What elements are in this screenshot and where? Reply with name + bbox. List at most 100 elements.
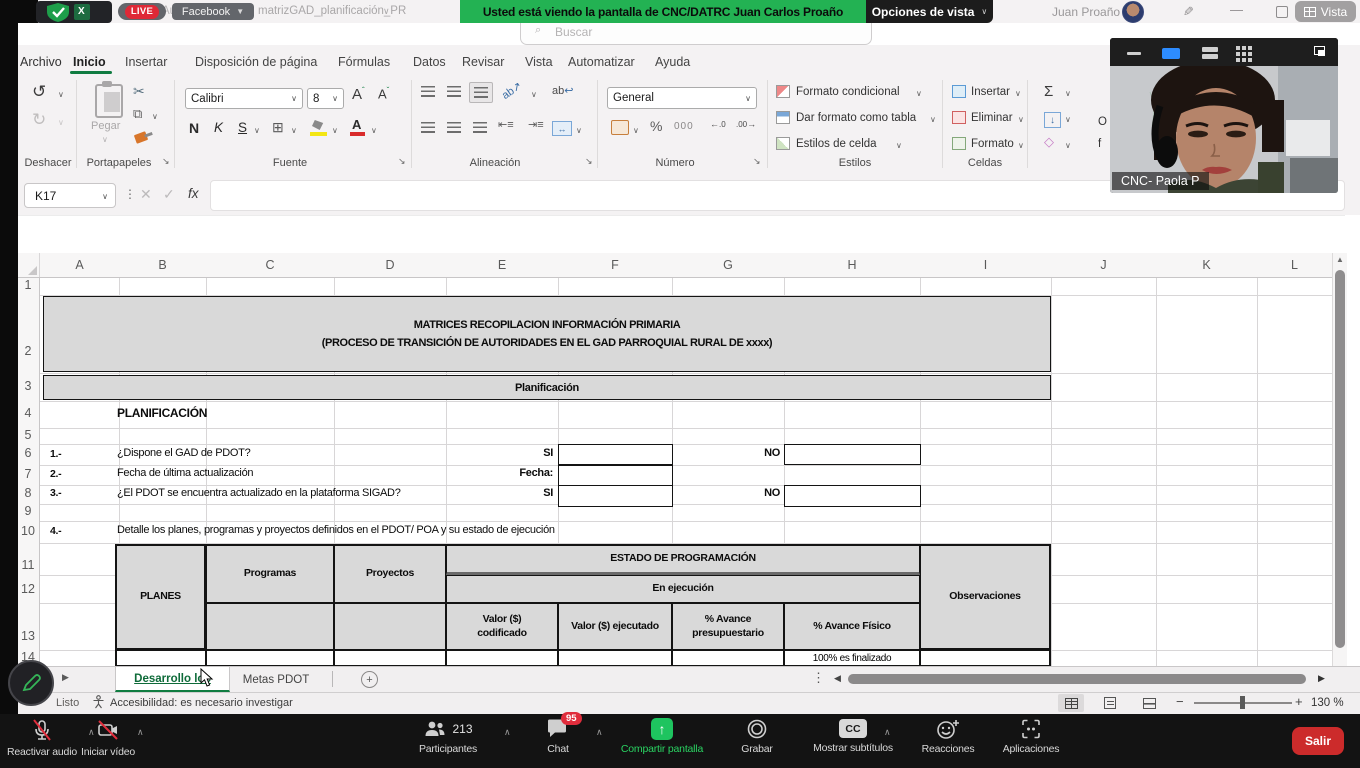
table-observaciones-header[interactable]: Observaciones [920, 544, 1051, 650]
align-middle-icon[interactable] [447, 86, 461, 97]
video-options-caret[interactable]: ∧ [137, 727, 144, 738]
table-body-cell[interactable] [115, 650, 206, 666]
align-right-icon[interactable] [473, 122, 487, 133]
chat-button[interactable]: 95 Chat [520, 718, 596, 755]
decrease-font-icon[interactable]: Aˇ [378, 86, 389, 101]
decrease-decimal-icon[interactable]: .00→ [736, 119, 756, 129]
format-cells-button[interactable]: Formato [971, 138, 1014, 150]
search-box[interactable]: ⌕ Buscar [520, 23, 872, 45]
number-format-combo[interactable]: General∨ [607, 87, 757, 109]
chat-caret[interactable]: ∧ [596, 727, 603, 738]
font-color-icon[interactable]: A [352, 117, 361, 132]
strip-view-icon[interactable] [1202, 47, 1218, 52]
table-sub-fisico[interactable]: % Avance Físico [784, 603, 920, 650]
table-programas-empty[interactable] [206, 603, 334, 650]
name-box[interactable]: K17 ∨ [24, 183, 116, 208]
copy-icon[interactable]: ⧉ [133, 106, 142, 122]
col-header-C[interactable]: C [206, 258, 334, 272]
table-body-cell[interactable] [672, 650, 784, 666]
zoom-out-icon[interactable]: − [1176, 694, 1184, 709]
horizontal-scroll-thumb[interactable] [848, 674, 1306, 684]
row-header-7[interactable]: 7 [18, 467, 38, 481]
reactions-button[interactable]: Reacciones [908, 718, 988, 755]
comma-style-icon[interactable]: 000 [674, 121, 694, 132]
col-header-A[interactable]: A [40, 258, 119, 272]
enter-icon[interactable]: ✓ [163, 186, 175, 203]
q4-number[interactable]: 4.- [50, 525, 61, 537]
table-note-cell[interactable]: 100% es finalizado [784, 650, 920, 666]
q2-number[interactable]: 2.- [50, 468, 61, 480]
tab-inicio[interactable]: Inicio [73, 55, 106, 69]
captions-button[interactable]: CC Mostrar subtítulos [798, 718, 908, 754]
q2-text[interactable]: Fecha de última actualización [117, 467, 253, 479]
hscroll-left-icon[interactable]: ◀ [834, 673, 841, 684]
table-proyectos-empty[interactable] [334, 603, 446, 650]
table-sub-codificado[interactable]: Valor ($) codificado [446, 603, 558, 650]
annotate-pencil-icon[interactable]: ✎ [1183, 4, 1194, 20]
sheet-title-cell[interactable]: MATRICES RECOPILACION INFORMACIÓN PRIMAR… [43, 296, 1051, 372]
tab-vista[interactable]: Vista [525, 55, 553, 69]
accessibility-status[interactable]: Accesibilidad: es necesario investigar [110, 697, 293, 709]
conditional-format-button[interactable]: Formato condicional [796, 86, 900, 98]
q3-number[interactable]: 3.- [50, 487, 61, 499]
add-sheet-button[interactable]: + [361, 671, 378, 688]
vertical-scrollbar[interactable]: ▲ [1332, 253, 1347, 666]
align-center-icon[interactable] [447, 122, 461, 133]
row-header-6[interactable]: 6 [18, 446, 38, 460]
vertical-scroll-thumb[interactable] [1335, 270, 1345, 648]
merge-center-icon[interactable]: ↔ [552, 121, 572, 136]
popout-icon[interactable] [1314, 46, 1325, 55]
underline-button[interactable]: S [238, 120, 247, 135]
tab-automatizar[interactable]: Automatizar [568, 55, 635, 69]
sheet-tab-metas[interactable]: Metas PDOT [230, 667, 322, 692]
row-header-9[interactable]: 9 [18, 504, 38, 518]
decrease-indent-icon[interactable]: ⇤≡ [498, 118, 514, 131]
q3-text[interactable]: ¿El PDOT se encuentra actualizado en la … [117, 487, 401, 499]
table-body-cell[interactable] [558, 650, 672, 666]
hscroll-right-icon[interactable]: ▶ [1318, 673, 1325, 684]
font-size-combo[interactable]: 8∨ [307, 88, 344, 109]
delete-cells-button[interactable]: Eliminar [971, 112, 1013, 124]
page-layout-view-button[interactable] [1097, 694, 1123, 712]
row-header-1[interactable]: 1 [18, 278, 38, 292]
tab-formulas[interactable]: Fórmulas [338, 55, 390, 69]
tab-nav-next-icon[interactable]: ▶ [62, 672, 69, 683]
align-left-icon[interactable] [421, 122, 435, 133]
table-body-cell[interactable] [446, 650, 558, 666]
leave-button[interactable]: Salir [1292, 727, 1344, 755]
tab-datos[interactable]: Datos [413, 55, 446, 69]
row-header-5[interactable]: 5 [18, 428, 38, 442]
col-header-I[interactable]: I [920, 258, 1051, 272]
table-planes-header[interactable]: PLANES [115, 544, 206, 650]
col-header-J[interactable]: J [1051, 258, 1156, 272]
col-header-H[interactable]: H [784, 258, 920, 272]
table-programas-header[interactable]: Programas [206, 544, 334, 603]
bold-button[interactable]: N [189, 120, 199, 136]
table-body-cell[interactable] [334, 650, 446, 666]
insert-cells-button[interactable]: Insertar [971, 86, 1010, 98]
annotation-tool-button[interactable] [8, 660, 54, 706]
normal-view-button[interactable] [1058, 694, 1084, 712]
fill-down-icon[interactable]: ↓ [1044, 112, 1061, 128]
paste-button-icon[interactable] [95, 84, 123, 118]
col-header-G[interactable]: G [672, 258, 784, 272]
restore-icon[interactable] [1276, 6, 1288, 18]
percent-style-icon[interactable]: % [650, 118, 662, 134]
facebook-pill[interactable]: Facebook ▼ [172, 3, 254, 20]
tab-ayuda[interactable]: Ayuda [655, 55, 690, 69]
q1-no-input[interactable] [784, 444, 921, 465]
table-ejecucion-header[interactable]: En ejecución [446, 575, 920, 603]
section-header-cell[interactable]: Planificación [43, 375, 1051, 400]
col-header-F[interactable]: F [558, 258, 672, 272]
redo-icon[interactable]: ↻ [32, 110, 46, 130]
col-header-E[interactable]: E [446, 258, 558, 272]
avatar[interactable] [1122, 1, 1144, 23]
table-sub-ejecutado[interactable]: Valor ($) ejecutado [558, 603, 672, 650]
row-header-11[interactable]: 11 [18, 558, 38, 572]
col-header-K[interactable]: K [1156, 258, 1257, 272]
record-button[interactable]: Grabar [722, 718, 792, 755]
dialog-launcher-icon[interactable]: ↘ [585, 156, 593, 167]
font-name-combo[interactable]: Calibri∨ [185, 88, 303, 109]
select-all-corner[interactable] [18, 253, 40, 277]
page-break-view-button[interactable] [1136, 694, 1162, 712]
